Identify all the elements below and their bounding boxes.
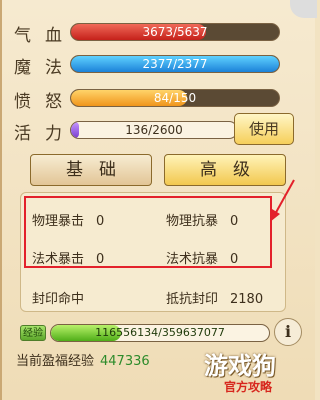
exp-icon: 经验 (20, 325, 46, 341)
hp-label: 气血 (14, 26, 76, 46)
rage-bar: 84/150 (70, 89, 280, 107)
attr-seal-resist: 抵抗封印 2180 (166, 288, 263, 307)
vitality-label: 活力 (14, 124, 76, 144)
attr-name: 物理暴击 (32, 214, 85, 229)
attr-physical-crit-resist: 物理抗暴 0 (166, 210, 238, 229)
info-button[interactable]: i (274, 318, 302, 346)
attr-seal-hit: 封印命中 (32, 288, 96, 307)
pointer-arrow-icon (270, 179, 295, 222)
exp-bar: 116556134/359637077 (50, 324, 270, 342)
watermark-sub: 官方攻略 (224, 380, 273, 394)
hp-bar: 3673/5637 (70, 23, 280, 41)
attr-value: 0 (230, 252, 239, 267)
mp-label: 魔法 (14, 58, 76, 78)
attr-name: 物理抗暴 (166, 214, 219, 229)
use-button[interactable]: 使用 (234, 113, 294, 145)
hp-value: 3673/5637 (142, 25, 208, 39)
attr-name: 封印命中 (32, 292, 85, 307)
attr-value: 0 (96, 214, 105, 229)
rage-value: 84/150 (153, 91, 197, 105)
attr-physical-crit: 物理暴击 0 (32, 210, 104, 229)
attr-name: 法术抗暴 (166, 252, 219, 267)
vitality-bar: 136/2600 (70, 121, 238, 139)
window-corner (290, 0, 317, 18)
attr-magic-crit: 法术暴击 0 (32, 248, 104, 267)
tab-basic[interactable]: 基础 (30, 154, 152, 186)
mp-value: 2377/2377 (142, 57, 208, 71)
watermark-main: 游戏狗 (204, 352, 276, 380)
attr-value: 2180 (230, 292, 264, 307)
bonus-exp-value: 447336 (100, 354, 150, 369)
vitality-value: 136/2600 (125, 123, 183, 137)
character-attributes-panel: 气血 3673/5637 魔法 2377/2377 愤怒 84/150 活力 1… (0, 0, 317, 400)
mp-bar: 2377/2377 (70, 55, 280, 73)
exp-value: 116556134/359637077 (95, 326, 225, 339)
attr-name: 抵抗封印 (166, 292, 219, 307)
watermark-logo: 游戏狗 官方攻略 (190, 346, 308, 396)
attr-name: 法术暴击 (32, 252, 85, 267)
attr-value: 0 (230, 214, 239, 229)
bonus-exp-line: 当前盈福经验 447336 (16, 350, 150, 369)
attr-value: 0 (96, 252, 105, 267)
attr-magic-crit-resist: 法术抗暴 0 (166, 248, 238, 267)
rage-label: 愤怒 (14, 92, 76, 112)
bonus-exp-label: 当前盈福经验 (16, 354, 95, 369)
